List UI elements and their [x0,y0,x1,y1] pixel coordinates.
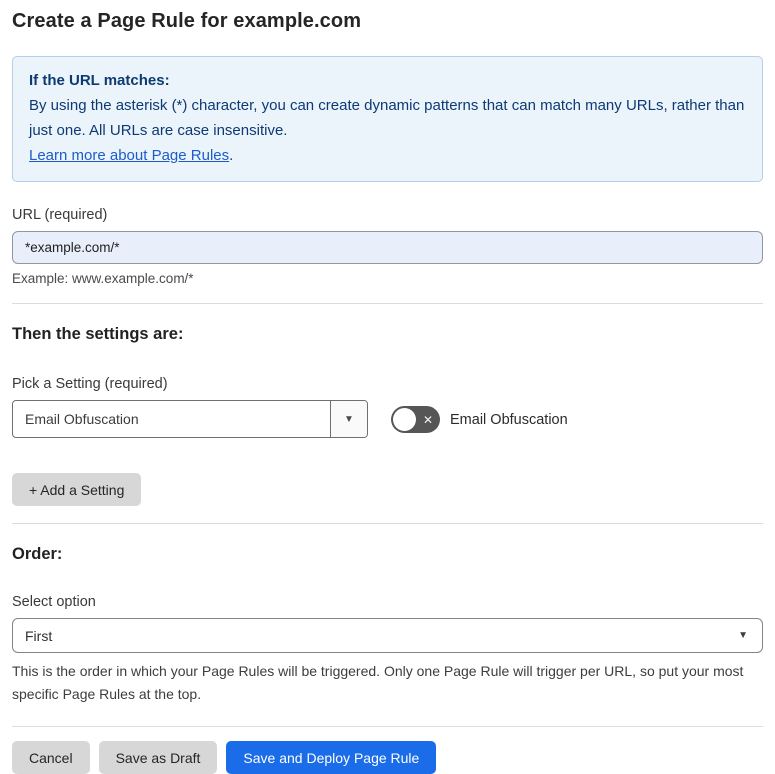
order-select-label: Select option [12,594,96,610]
page-title: Create a Page Rule for example.com [12,10,362,32]
divider [12,523,763,524]
create-page-rule-form: Create a Page Rule for example.com If th… [0,0,775,774]
learn-more-link[interactable]: Learn more about Page Rules [29,147,229,164]
settings-section-heading: Then the settings are: [12,325,184,343]
order-section-heading: Order: [12,545,63,563]
toggle-label: Email Obfuscation [450,411,568,428]
save-and-deploy-button[interactable]: Save and Deploy Page Rule [226,741,437,774]
setting-select[interactable]: Email Obfuscation ▼ [12,400,368,438]
info-box-link-line: Learn more about Page Rules. [29,143,746,168]
save-as-draft-button[interactable]: Save as Draft [98,741,218,774]
url-label: URL (required) [12,207,108,223]
order-select[interactable]: First ▼ [12,618,763,653]
setting-row: Email Obfuscation ▼ ✕ Email Obfuscation [12,400,763,438]
info-box-heading: If the URL matches: [29,72,170,89]
link-suffix: . [229,147,234,164]
setting-select-arrow-button[interactable]: ▼ [330,401,367,437]
url-example-hint: Example: www.example.com/* [12,271,194,286]
toggle-off-x-icon: ✕ [422,412,433,427]
url-match-info-box: If the URL matches: By using the asteris… [12,56,763,182]
email-obfuscation-toggle-group: ✕ Email Obfuscation [391,406,568,433]
chevron-down-icon: ▼ [738,630,748,641]
divider [12,726,763,727]
order-help-text: This is the order in which your Page Rul… [12,663,744,702]
url-input[interactable] [12,231,763,264]
setting-select-value: Email Obfuscation [25,411,139,427]
add-setting-button[interactable]: + Add a Setting [12,473,142,506]
divider [12,303,763,304]
chevron-down-icon: ▼ [344,413,354,425]
pick-setting-label: Pick a Setting (required) [12,376,168,392]
info-box-body: By using the asterisk (*) character, you… [29,97,745,139]
email-obfuscation-toggle[interactable]: ✕ [391,406,440,433]
footer-actions: Cancel Save as Draft Save and Deploy Pag… [12,741,763,774]
order-select-value: First [25,627,53,644]
cancel-button[interactable]: Cancel [12,741,90,774]
toggle-knob [393,408,416,431]
